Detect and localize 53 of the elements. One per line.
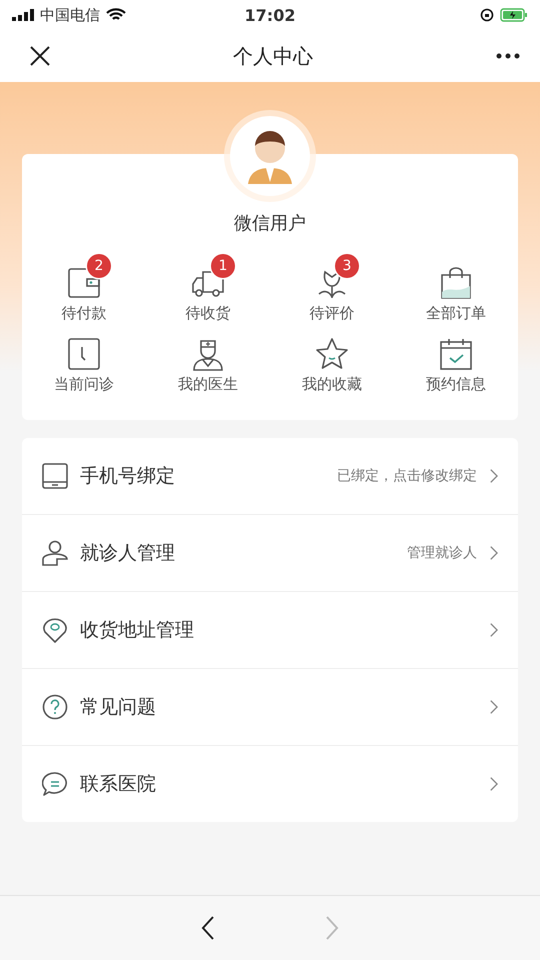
tablet-icon [42,463,68,489]
clock-icon [67,337,101,371]
chevron-right-icon [325,916,339,940]
more-icon [496,53,520,59]
shortcut-button[interactable]: 1 待收货 [146,254,270,323]
menu-row[interactable]: 常见问题 [22,669,518,746]
count-badge: 2 [87,254,111,278]
shortcut-button[interactable]: 2 待付款 [22,254,146,323]
menu-label: 收货地址管理 [80,618,195,643]
count-badge: 1 [211,254,235,278]
menu-label: 常见问题 [80,695,157,720]
menu-row[interactable]: 联系医院 [22,746,518,822]
menu-detail: 管理就诊人 [407,544,477,562]
menu-row[interactable]: 收货地址管理 [22,592,518,669]
page-title: 个人中心 [233,42,313,70]
count-badge: 3 [335,254,359,278]
menu-row[interactable]: 就诊人管理 管理就诊人 [22,515,518,592]
close-button[interactable] [30,46,50,66]
rotation-lock-icon [480,8,494,22]
location-pin-icon [42,617,68,643]
status-time: 17:02 [244,6,296,24]
chevron-right-icon [489,776,498,792]
menu-label: 手机号绑定 [80,464,176,489]
menu-label: 就诊人管理 [80,541,176,566]
user-name: 微信用户 [234,212,306,236]
doctor-icon [191,337,225,371]
shortcut-button[interactable]: 3 待评价 [270,254,394,323]
signal-icon [12,9,34,21]
shortcut-button[interactable]: 预约信息 [394,325,518,394]
chevron-right-icon [489,545,498,561]
close-icon [30,46,50,66]
chevron-right-icon [489,622,498,638]
shortcut-button[interactable]: 全部订单 [394,254,518,323]
chevron-right-icon [489,699,498,715]
menu-label: 联系医院 [80,772,157,797]
shortcut-button[interactable]: 当前问诊 [22,325,146,394]
menu-row[interactable]: 手机号绑定 已绑定，点击修改绑定 [22,438,518,515]
more-button[interactable] [496,53,520,59]
chat-bubble-icon [42,771,68,797]
battery-icon [500,8,528,22]
calendar-icon [439,337,473,371]
wifi-icon [106,8,126,22]
question-icon [42,694,68,720]
chevron-left-icon [201,916,215,940]
person-icon [42,540,68,566]
shopping-bag-icon [439,266,473,300]
star-icon [315,337,349,371]
back-button[interactable] [201,916,215,940]
menu-detail: 已绑定，点击修改绑定 [337,467,477,485]
shortcut-button[interactable]: 我的医生 [146,325,270,394]
carrier-name: 中国电信 [40,6,100,24]
chevron-right-icon [489,468,498,484]
shortcut-button[interactable]: 我的收藏 [270,325,394,394]
